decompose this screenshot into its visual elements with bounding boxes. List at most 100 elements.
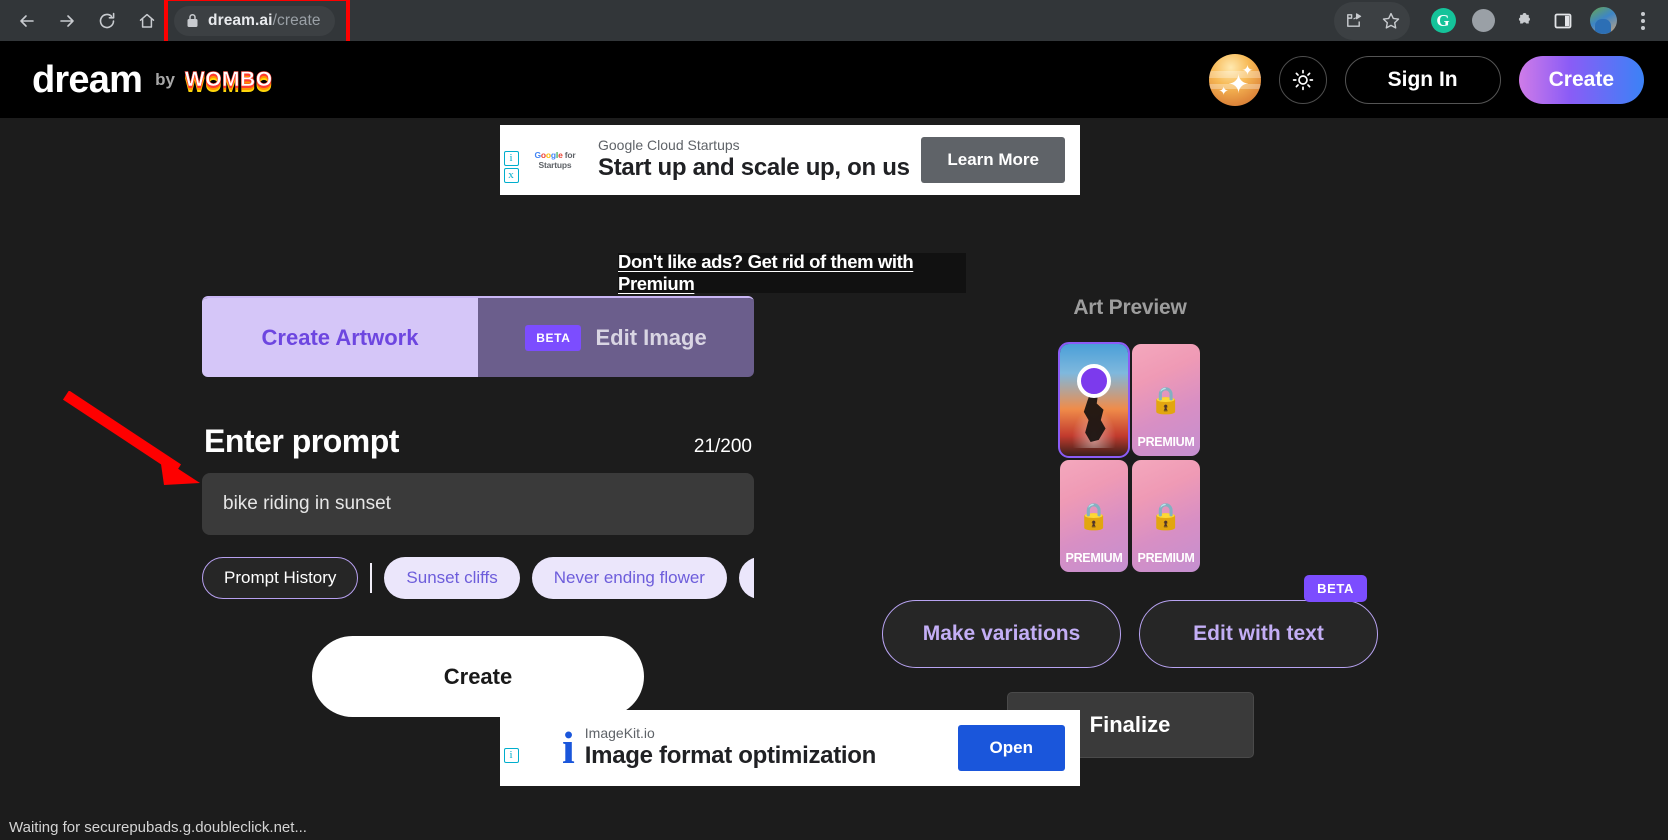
share-button[interactable] bbox=[1334, 2, 1372, 40]
puzzle-icon bbox=[1518, 13, 1530, 24]
prompt-history-button[interactable]: Prompt History bbox=[202, 557, 359, 599]
sun-brightness-icon bbox=[1292, 69, 1313, 90]
prompt-header: Enter prompt 21/200 bbox=[202, 423, 754, 460]
forward-button[interactable] bbox=[48, 2, 86, 40]
lock-icon bbox=[186, 13, 199, 28]
beta-badge: BETA bbox=[1304, 575, 1367, 602]
art-preview-panel: Art Preview 🔒 PREMIUM 🔒 PREMIUM 🔒 PREMIU… bbox=[876, 296, 1384, 758]
ad-kicker: ImageKit.io bbox=[584, 724, 655, 741]
reload-button[interactable] bbox=[88, 2, 126, 40]
share-bookmark-group bbox=[1334, 1, 1410, 40]
ad-text-block: ImageKit.io Image format optimization bbox=[584, 724, 877, 771]
browser-menu-button[interactable] bbox=[1624, 2, 1662, 40]
art-preview-grid: 🔒 PREMIUM 🔒 PREMIUM 🔒 PREMIUM bbox=[1058, 342, 1200, 572]
mode-tabs: Create Artwork BETA Edit Image bbox=[202, 296, 754, 377]
header-actions: ✦ ✦ ✦ Sign In Create bbox=[1208, 53, 1644, 106]
bottom-advertisement[interactable]: i i ImageKit.io Image format optimizatio… bbox=[500, 710, 1080, 786]
theme-toggle-button[interactable] bbox=[1278, 55, 1327, 104]
logo-dream[interactable]: dream bbox=[32, 61, 143, 99]
art-action-buttons: Make variations Edit with text BETA bbox=[876, 575, 1384, 668]
globe-icon bbox=[1471, 9, 1495, 32]
art-card-premium[interactable]: 🔒 PREMIUM bbox=[1132, 460, 1200, 572]
ad-headline: Start up and scale up, on us bbox=[598, 154, 910, 182]
imagekit-logo-icon: i bbox=[562, 722, 575, 774]
prompt-char-counter: 21/200 bbox=[693, 436, 752, 457]
create-submit-button[interactable]: Create bbox=[312, 636, 644, 717]
ad-headline: Image format optimization bbox=[584, 742, 877, 770]
premium-upsell-banner[interactable]: Don't like ads? Get rid of them with Pre… bbox=[618, 251, 966, 294]
logo-by-text: by bbox=[155, 69, 175, 89]
tab-create-artwork-label: Create Artwork bbox=[261, 324, 419, 350]
premium-label: PREMIUM bbox=[1137, 551, 1195, 565]
address-bar-wrapper: dream.ai/create bbox=[164, 0, 350, 45]
tab-edit-image[interactable]: BETA Edit Image bbox=[478, 298, 754, 377]
premium-upsell-text: Don't like ads? Get rid of them with Pre… bbox=[618, 251, 914, 294]
red-arrow-annotation bbox=[62, 391, 200, 485]
ad-open-button[interactable]: Open bbox=[957, 725, 1065, 771]
ad-learn-more-button[interactable]: Learn More bbox=[921, 137, 1065, 183]
prompt-input[interactable]: bike riding in sunset bbox=[202, 473, 754, 535]
translate-extension-button[interactable] bbox=[1464, 2, 1502, 40]
logo-wombo: WOMBO bbox=[184, 67, 273, 91]
art-card-selected[interactable] bbox=[1058, 342, 1130, 458]
home-button[interactable] bbox=[128, 2, 166, 40]
lock-icon: 🔒 bbox=[1077, 500, 1111, 531]
browser-toolbar: dream.ai/create G bbox=[0, 0, 1668, 45]
ad-brand-logo: Google for Startups bbox=[534, 150, 576, 170]
make-variations-button[interactable]: Make variations bbox=[882, 600, 1121, 668]
edit-with-text-label: Edit with text bbox=[1193, 622, 1324, 645]
art-card-premium[interactable]: 🔒 PREMIUM bbox=[1060, 460, 1128, 572]
top-advertisement[interactable]: i x Google for Startups Google Cloud Sta… bbox=[500, 125, 1080, 195]
extensions-button[interactable] bbox=[1504, 2, 1542, 40]
prompt-suggestion-row: Prompt History Sunset cliffs Never endin… bbox=[202, 557, 754, 599]
suggestion-chip[interactable]: Sunset cliffs bbox=[384, 557, 520, 599]
grammarly-extension-button[interactable]: G bbox=[1424, 2, 1462, 40]
profile-button[interactable] bbox=[1584, 2, 1622, 40]
side-panel-icon bbox=[1554, 13, 1572, 28]
reload-icon bbox=[99, 12, 115, 28]
lock-icon: 🔒 bbox=[1149, 500, 1183, 531]
address-bar[interactable]: dream.ai/create bbox=[174, 5, 335, 36]
planet-sparkle-avatar[interactable]: ✦ ✦ ✦ bbox=[1208, 53, 1261, 106]
suggestion-chip[interactable]: Never ending flower bbox=[531, 557, 727, 599]
ad-info-icon[interactable]: i bbox=[503, 151, 519, 166]
adchoices-controls: i bbox=[500, 710, 522, 786]
kebab-menu-icon bbox=[1641, 11, 1645, 30]
beta-badge: BETA bbox=[525, 324, 582, 351]
browser-status-bar: Waiting for securepubads.g.doubleclick.n… bbox=[0, 814, 520, 840]
chip-divider bbox=[370, 563, 373, 593]
bookmark-button[interactable] bbox=[1372, 2, 1410, 40]
lock-icon: 🔒 bbox=[1149, 384, 1183, 415]
page-content: dream by WOMBO ✦ ✦ ✦ Sign In Create i x … bbox=[0, 41, 1668, 840]
url-domain: dream.ai bbox=[208, 11, 273, 29]
sparkle-icon: ✦ bbox=[1241, 61, 1254, 78]
art-preview-title: Art Preview bbox=[1073, 296, 1187, 319]
sign-in-button[interactable]: Sign In bbox=[1344, 55, 1501, 104]
browser-nav-buttons bbox=[0, 2, 166, 40]
address-bar-url: dream.ai/create bbox=[208, 12, 321, 30]
premium-label: PREMIUM bbox=[1137, 435, 1195, 449]
edit-with-text-button[interactable]: Edit with text BETA bbox=[1139, 575, 1378, 668]
share-icon bbox=[1346, 13, 1361, 27]
ad-info-icon[interactable]: i bbox=[503, 747, 519, 763]
grammarly-icon: G bbox=[1430, 8, 1456, 33]
home-icon bbox=[139, 13, 155, 28]
status-bar-text: Waiting for securepubads.g.doubleclick.n… bbox=[9, 818, 307, 836]
adchoices-controls: i x bbox=[500, 125, 522, 195]
side-panel-button[interactable] bbox=[1544, 2, 1582, 40]
prompt-input-value: bike riding in sunset bbox=[223, 493, 391, 514]
back-button[interactable] bbox=[8, 2, 46, 40]
art-card-premium[interactable]: 🔒 PREMIUM bbox=[1132, 344, 1200, 456]
create-header-button[interactable]: Create bbox=[1518, 55, 1644, 104]
ad-kicker: Google Cloud Startups bbox=[598, 136, 740, 153]
profile-avatar-icon bbox=[1589, 7, 1617, 34]
suggestion-chip[interactable]: Fire and w bbox=[738, 557, 754, 599]
tab-create-artwork[interactable]: Create Artwork bbox=[202, 298, 478, 377]
tab-edit-image-label: Edit Image bbox=[595, 324, 707, 350]
browser-toolbar-right: G bbox=[1334, 1, 1668, 40]
url-path: /create bbox=[272, 11, 321, 29]
ad-close-icon[interactable]: x bbox=[503, 168, 519, 183]
back-arrow-icon bbox=[20, 14, 34, 27]
ad-text-block: Google Cloud Startups Start up and scale… bbox=[598, 137, 910, 183]
loading-spinner-icon bbox=[1077, 364, 1111, 398]
